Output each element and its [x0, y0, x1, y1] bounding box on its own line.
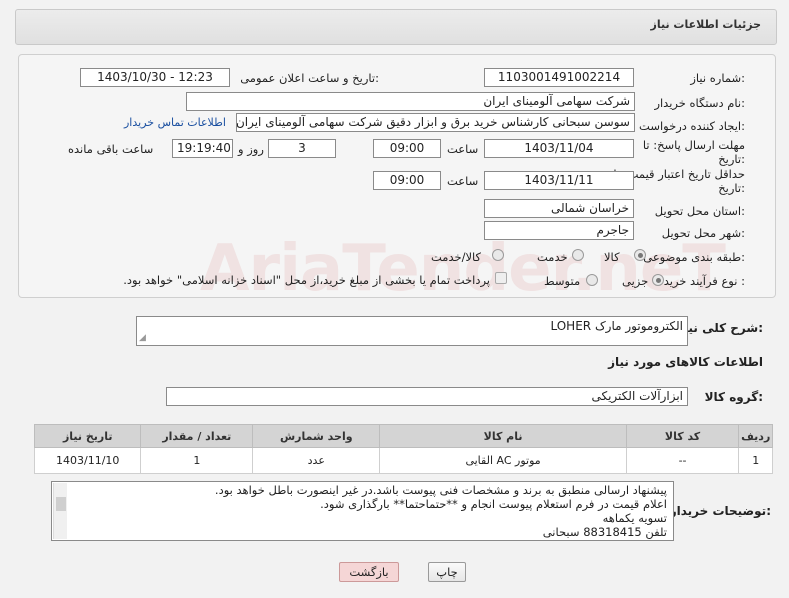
notes-field[interactable]: پیشنهاد ارسالی منطبق به برند و مشخصات فن… — [51, 481, 674, 541]
treasury-checkbox[interactable] — [495, 272, 507, 284]
category-radio-goods[interactable] — [634, 249, 646, 261]
col-name-header: نام کالا — [379, 424, 627, 448]
cell-unit: عدد — [252, 447, 381, 474]
validity-time-word: ساعت — [447, 174, 479, 188]
cell-qty: 1 — [140, 447, 254, 474]
goods-group-field[interactable]: ابزارآلات الکتریکی — [166, 387, 688, 406]
creator-label: ایجاد کننده درخواست: — [639, 119, 745, 133]
goods-group-label: گروه کالا: — [704, 390, 763, 404]
announce-field[interactable]: 1403/10/30 - 12:23 — [80, 68, 230, 87]
announce-label: تاریخ و ساعت اعلان عمومی: — [240, 71, 379, 85]
days-word: روز و — [238, 142, 264, 156]
summary-label: شرح کلی نیاز: — [677, 321, 763, 335]
notes-label: توضیحات خریدار: — [669, 504, 771, 518]
validity-label-2: تاریخ: — [718, 181, 745, 195]
cell-row: 1 — [738, 447, 773, 474]
category-option-both: کالا/خدمت — [431, 250, 482, 264]
category-label: طبقه بندی موضوعی: — [643, 250, 745, 264]
cell-name: موتور AC القایی — [379, 447, 627, 474]
notes-line: تلفن 88318415 سبحانی — [542, 525, 667, 539]
process-label: نوع فرآیند خرید : — [663, 274, 745, 288]
category-option-goods: کالا — [604, 250, 620, 264]
col-qty-header: تعداد / مقدار — [140, 424, 254, 448]
notes-line: اعلام قیمت در فرم استعلام پیوست انجام و … — [320, 497, 667, 511]
deadline-time-word: ساعت — [447, 142, 479, 156]
notes-line: پیشنهاد ارسالی منطبق به برند و مشخصات فن… — [214, 483, 667, 497]
page-title: جزئیات اطلاعات نیاز — [650, 18, 762, 31]
col-date-header: تاریخ نیاز — [33, 424, 142, 448]
remaining-word: ساعت باقی مانده — [68, 142, 154, 156]
category-radio-both[interactable] — [492, 249, 504, 261]
city-label: شهر محل تحویل: — [661, 226, 745, 240]
notes-scrollbar[interactable] — [53, 483, 67, 539]
category-option-service: خدمت — [537, 250, 568, 264]
deadline-label-2: تاریخ: — [718, 152, 745, 166]
buyer-field[interactable]: شرکت سهامی آلومینای ایران — [186, 92, 635, 111]
table-row[interactable]: 1 -- موتور AC القایی عدد 1 1403/11/10 — [33, 447, 773, 474]
days-field[interactable]: 3 — [268, 139, 336, 158]
goods-info-title: اطلاعات کالاهای مورد نیاز — [608, 355, 763, 369]
validity-time-field[interactable]: 09:00 — [373, 171, 441, 190]
buyer-label: نام دستگاه خریدار: — [654, 96, 745, 110]
deadline-label: مهلت ارسال پاسخ: تا — [642, 138, 745, 152]
creator-field[interactable]: سوسن سبحانی کارشناس خرید برق و ابزار دقی… — [236, 113, 635, 132]
col-row-header: ردیف — [738, 424, 773, 448]
remaining-time-field[interactable]: 19:19:40 — [172, 139, 233, 158]
table-header-row: ردیف کد کالا نام کالا واحد شمارش تعداد /… — [33, 424, 773, 448]
notes-line: تسویه یکماهه — [602, 511, 667, 525]
process-option-medium: متوسط — [544, 274, 581, 288]
city-field[interactable]: جاجرم — [484, 221, 634, 240]
cell-code: -- — [625, 447, 740, 474]
need-number-label: شماره نیاز: — [690, 71, 745, 85]
goods-table: ردیف کد کالا نام کالا واحد شمارش تعداد /… — [33, 424, 773, 474]
col-code-header: کد کالا — [625, 424, 740, 448]
province-label: استان محل تحویل: — [654, 204, 745, 218]
print-button[interactable]: چاپ — [428, 562, 466, 582]
need-number-field[interactable]: 1103001491002214 — [484, 68, 634, 87]
summary-field[interactable]: الکتروموتور مارک LOHER — [136, 316, 688, 346]
province-field[interactable]: خراسان شمالی — [484, 199, 634, 218]
process-radio-minor[interactable] — [652, 274, 664, 286]
category-radio-service[interactable] — [572, 249, 584, 261]
cell-date: 1403/11/10 — [33, 447, 142, 474]
process-radio-medium[interactable] — [586, 274, 598, 286]
contact-link[interactable]: اطلاعات تماس خریدار — [124, 116, 226, 129]
back-button[interactable]: بازگشت — [339, 562, 399, 582]
deadline-date-field[interactable]: 1403/11/04 — [484, 139, 634, 158]
notes-scrollbar-thumb[interactable] — [56, 497, 66, 511]
process-option-minor: جزیی — [622, 274, 649, 288]
resize-grip-icon[interactable]: ◢ — [139, 333, 146, 343]
deadline-time-field[interactable]: 09:00 — [373, 139, 441, 158]
validity-date-field[interactable]: 1403/11/11 — [484, 171, 634, 190]
payment-note: پرداخت تمام یا بخشی از مبلغ خرید،از محل … — [123, 273, 490, 287]
col-unit-header: واحد شمارش — [252, 424, 381, 448]
